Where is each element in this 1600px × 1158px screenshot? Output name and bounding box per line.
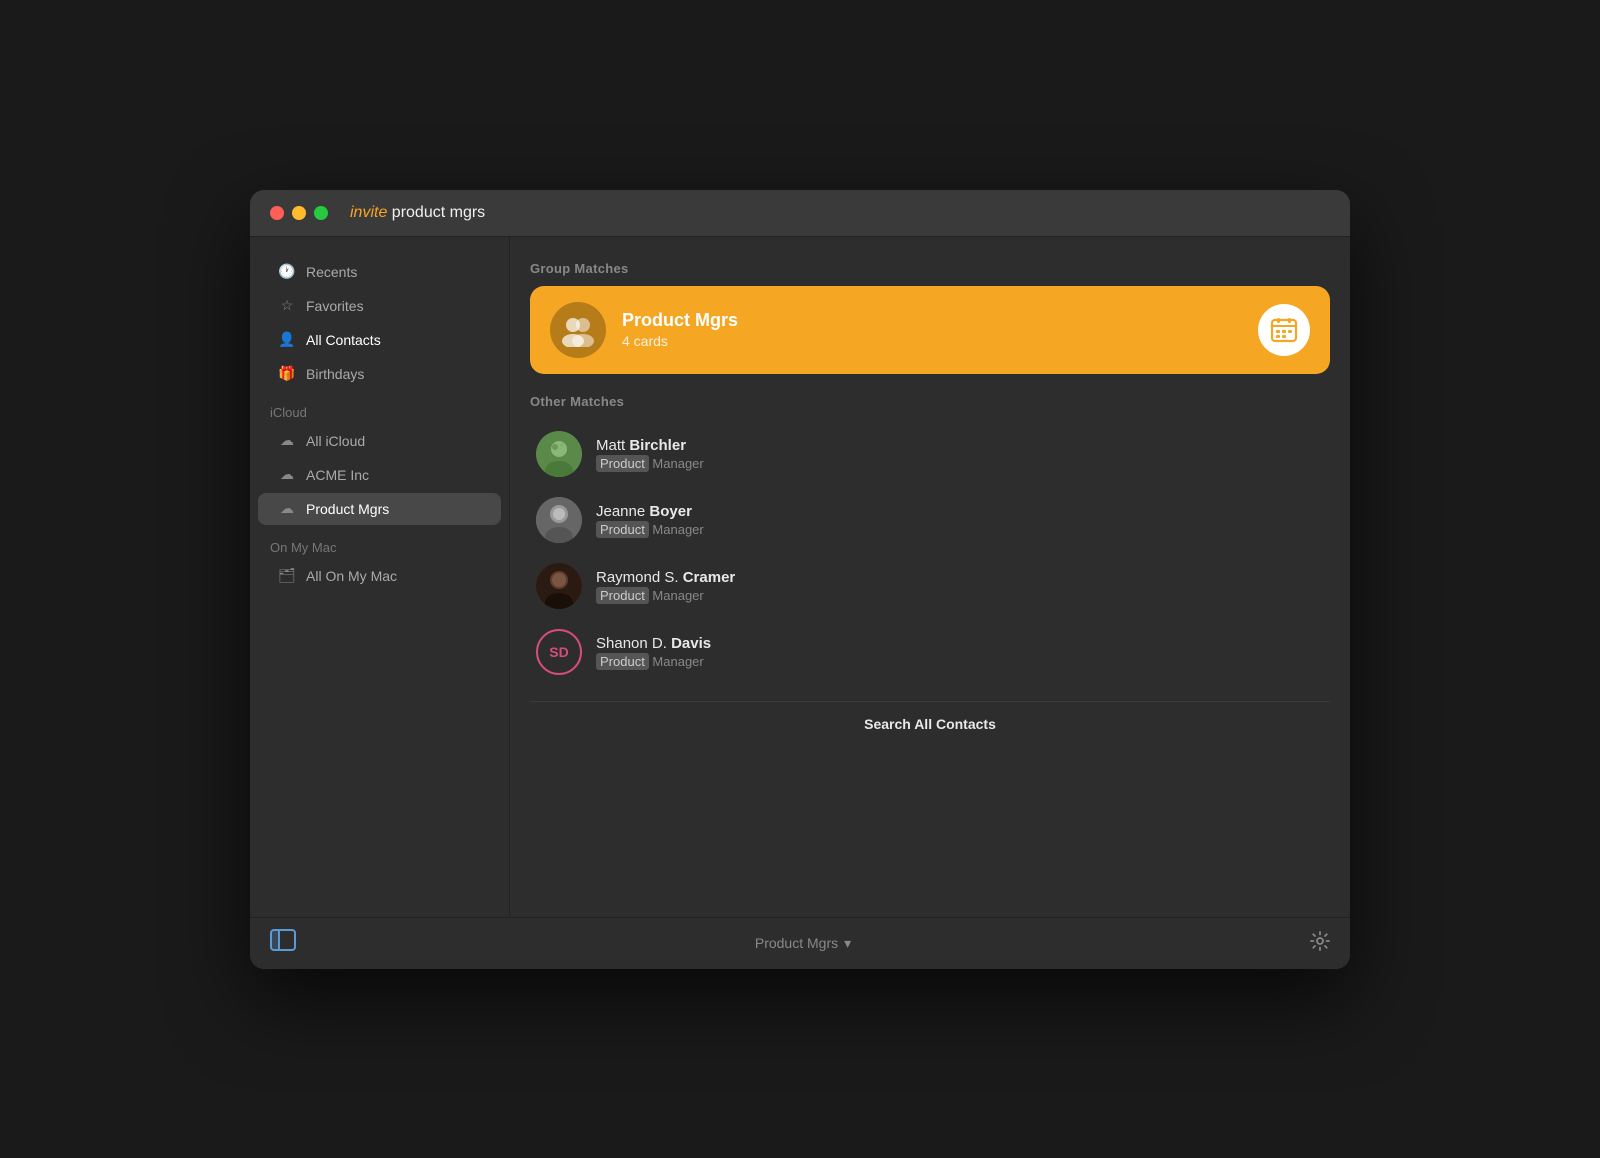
- bottom-center-label[interactable]: Product Mgrs ▾: [755, 935, 851, 952]
- contact-info-raymond-cramer: Raymond S. Cramer Product Manager: [596, 569, 735, 603]
- sidebar-item-all-icloud[interactable]: ☁ All iCloud: [258, 425, 501, 457]
- all-icloud-icon: ☁: [278, 432, 296, 450]
- settings-icon[interactable]: [1310, 931, 1330, 956]
- sidebar-label-all-contacts: All Contacts: [306, 332, 381, 348]
- sidebar-item-recents[interactable]: 🕐 Recents: [258, 256, 501, 288]
- group-name: Product Mgrs: [622, 310, 1242, 331]
- group-match-card[interactable]: Product Mgrs 4 cards: [530, 286, 1330, 374]
- icloud-section-label: iCloud: [250, 391, 509, 424]
- on-my-mac-section-label: On My Mac: [250, 526, 509, 559]
- avatar-jeanne-boyer: [536, 497, 582, 543]
- sidebar-label-birthdays: Birthdays: [306, 366, 364, 382]
- minimize-button[interactable]: [292, 206, 306, 220]
- contact-info-shanon-davis: Shanon D. Davis Product Manager: [596, 635, 711, 669]
- contact-first-jeanne: Jeanne: [596, 503, 649, 520]
- bottom-bar: Product Mgrs ▾: [250, 917, 1350, 969]
- birthdays-icon: 🎁: [278, 365, 296, 383]
- contact-title-raymond-cramer: Product Manager: [596, 588, 735, 603]
- maximize-button[interactable]: [314, 206, 328, 220]
- contact-name-matt-birchler: Matt Birchler: [596, 437, 704, 454]
- sidebar-toggle-icon[interactable]: [270, 929, 296, 957]
- contact-last-raymond: Cramer: [683, 569, 736, 586]
- acme-inc-icon: ☁: [278, 466, 296, 484]
- sidebar-item-product-mgrs[interactable]: ☁ Product Mgrs: [258, 493, 501, 525]
- search-all-contacts-button[interactable]: Search All Contacts: [530, 701, 1330, 748]
- group-avatar: [550, 302, 606, 358]
- close-button[interactable]: [270, 206, 284, 220]
- sidebar: 🕐 Recents ☆ Favorites 👤 All Contacts 🎁 B…: [250, 237, 510, 917]
- contact-info-jeanne-boyer: Jeanne Boyer Product Manager: [596, 503, 704, 537]
- all-on-my-mac-icon: 🗂: [278, 567, 296, 585]
- contact-title-matt-birchler: Product Manager: [596, 456, 704, 471]
- all-contacts-icon: 👤: [278, 331, 296, 349]
- group-matches-title: Group Matches: [530, 261, 1330, 276]
- favorites-icon: ☆: [278, 297, 296, 315]
- avatar-matt-birchler: [536, 431, 582, 477]
- contact-name-jeanne-boyer: Jeanne Boyer: [596, 503, 704, 520]
- group-info: Product Mgrs 4 cards: [622, 310, 1242, 349]
- other-matches-title: Other Matches: [530, 394, 1330, 409]
- contact-row-matt-birchler[interactable]: Matt Birchler Product Manager: [530, 421, 1330, 487]
- contact-title-jeanne-boyer: Product Manager: [596, 522, 704, 537]
- contact-title-shanon-davis: Product Manager: [596, 654, 711, 669]
- titlebar: invite product mgrs: [250, 190, 1350, 237]
- contact-first-raymond: Raymond S.: [596, 569, 683, 586]
- title-rest: product mgrs: [387, 204, 485, 221]
- sidebar-label-favorites: Favorites: [306, 298, 364, 314]
- app-window: invite product mgrs 🕐 Recents ☆ Favorite…: [250, 190, 1350, 969]
- sidebar-label-all-icloud: All iCloud: [306, 433, 365, 449]
- contact-row-jeanne-boyer[interactable]: Jeanne Boyer Product Manager: [530, 487, 1330, 553]
- initials-sd: SD: [549, 644, 568, 660]
- title-highlight: invite: [350, 204, 387, 221]
- sidebar-item-favorites[interactable]: ☆ Favorites: [258, 290, 501, 322]
- recents-icon: 🕐: [278, 263, 296, 281]
- sidebar-item-acme-inc[interactable]: ☁ ACME Inc: [258, 459, 501, 491]
- bottom-group-label: Product Mgrs: [755, 935, 838, 951]
- contact-row-shanon-davis[interactable]: SD Shanon D. Davis Product Manager: [530, 619, 1330, 685]
- contact-first-shanon: Shanon D.: [596, 635, 671, 652]
- search-all-label: Search All Contacts: [864, 716, 996, 732]
- window-title: invite product mgrs: [350, 204, 485, 222]
- avatar-shanon-davis: SD: [536, 629, 582, 675]
- main-content: 🕐 Recents ☆ Favorites 👤 All Contacts 🎁 B…: [250, 237, 1350, 917]
- sidebar-item-all-on-my-mac[interactable]: 🗂 All On My Mac: [258, 560, 501, 592]
- traffic-lights: [270, 206, 328, 220]
- sidebar-label-acme-inc: ACME Inc: [306, 467, 369, 483]
- sidebar-label-product-mgrs: Product Mgrs: [306, 501, 389, 517]
- content-area: Group Matches Product Mgrs 4 cards: [510, 237, 1350, 917]
- product-mgrs-icon: ☁: [278, 500, 296, 518]
- sidebar-label-recents: Recents: [306, 264, 357, 280]
- contact-info-matt-birchler: Matt Birchler Product Manager: [596, 437, 704, 471]
- group-count: 4 cards: [622, 333, 1242, 349]
- chevron-down-icon: ▾: [844, 935, 851, 952]
- contact-last-shanon: Davis: [671, 635, 711, 652]
- contact-name-shanon-davis: Shanon D. Davis: [596, 635, 711, 652]
- contact-row-raymond-cramer[interactable]: Raymond S. Cramer Product Manager: [530, 553, 1330, 619]
- group-action-icon[interactable]: [1258, 304, 1310, 356]
- contact-name-raymond-cramer: Raymond S. Cramer: [596, 569, 735, 586]
- contact-last-matt: Birchler: [629, 437, 686, 454]
- contact-first-matt: Matt: [596, 437, 629, 454]
- sidebar-item-all-contacts[interactable]: 👤 All Contacts: [258, 324, 501, 356]
- sidebar-label-all-on-my-mac: All On My Mac: [306, 568, 397, 584]
- sidebar-item-birthdays[interactable]: 🎁 Birthdays: [258, 358, 501, 390]
- avatar-raymond-cramer: [536, 563, 582, 609]
- contact-last-jeanne: Boyer: [649, 503, 692, 520]
